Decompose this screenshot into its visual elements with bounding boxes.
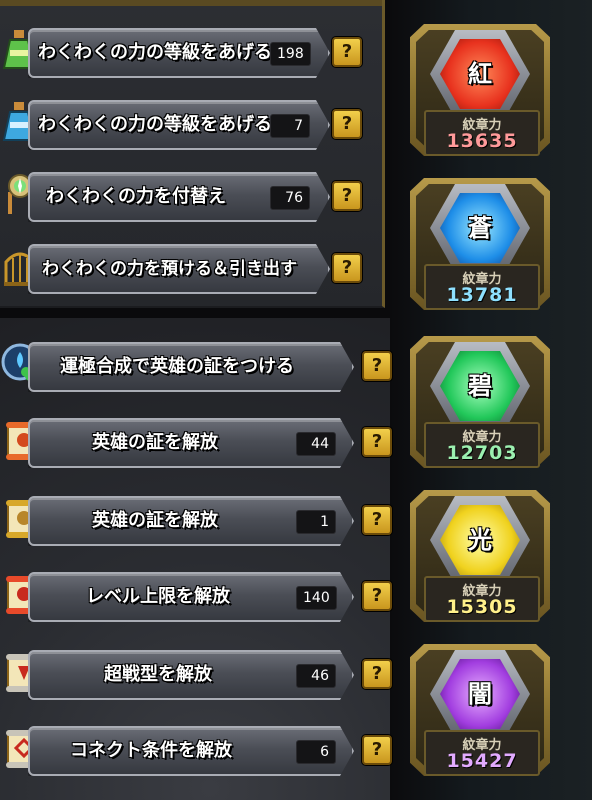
- crest-power-plate: 紋章力 12703: [424, 422, 540, 468]
- help-button[interactable]: ?: [332, 109, 362, 139]
- row-label: 英雄の証を解放: [92, 432, 218, 453]
- row-label: 超戦型を解放: [104, 664, 212, 685]
- row-label: わくわくの力を預ける＆引き出す: [42, 259, 297, 279]
- help-button[interactable]: ?: [362, 505, 392, 535]
- count-badge: 44: [296, 432, 336, 456]
- crest-badge-crimson[interactable]: 紅 紋章力 13635: [410, 24, 550, 156]
- menu-row: わくわくの力を預ける＆引き出す ?: [0, 242, 382, 292]
- help-button[interactable]: ?: [362, 659, 392, 689]
- row-label: 運極合成で英雄の証をつける: [60, 356, 294, 377]
- menu-row: 運極合成で英雄の証をつける ?: [0, 340, 424, 390]
- upgrade-power-button-1[interactable]: わくわくの力の等級をあげる 198: [28, 28, 330, 78]
- crest-power-value: 12703: [446, 442, 518, 464]
- row-label: レベル上限を解放: [86, 586, 230, 607]
- upgrade-power-button-2[interactable]: わくわくの力の等級をあげる 7: [28, 100, 330, 150]
- crest-power-plate: 紋章力 15427: [424, 730, 540, 776]
- crest-power-value: 13781: [446, 284, 518, 306]
- help-button[interactable]: ?: [332, 37, 362, 67]
- crest-power-value: 15305: [446, 596, 518, 618]
- count-badge: 7: [270, 114, 310, 138]
- count-badge: 198: [270, 42, 311, 66]
- help-button[interactable]: ?: [332, 253, 362, 283]
- help-button[interactable]: ?: [332, 181, 362, 211]
- unlock-hero-proof-button-1[interactable]: 英雄の証を解放 44: [28, 418, 354, 468]
- help-button[interactable]: ?: [362, 735, 392, 765]
- crest-badge-azure[interactable]: 蒼 紋章力 13781: [410, 178, 550, 310]
- crest-power-value: 15427: [446, 750, 518, 772]
- crest-glyph: 紅: [468, 60, 492, 88]
- help-button[interactable]: ?: [362, 351, 392, 381]
- crest-glyph: 光: [468, 526, 492, 554]
- crest-power-value: 13635: [446, 130, 518, 152]
- unlock-hero-proof-button-2[interactable]: 英雄の証を解放 1: [28, 496, 354, 546]
- crest-glyph: 蒼: [468, 214, 492, 242]
- menu-row: 超戦型を解放 46 ?: [0, 648, 424, 698]
- help-button[interactable]: ?: [362, 427, 392, 457]
- unlock-super-battle-type-button[interactable]: 超戦型を解放 46: [28, 650, 354, 700]
- count-badge: 140: [296, 586, 337, 610]
- row-label: 英雄の証を解放: [92, 510, 218, 531]
- crest-power-plate: 紋章力 15305: [424, 576, 540, 622]
- crest-power-plate: 紋章力 13635: [424, 110, 540, 156]
- unlock-level-cap-button[interactable]: レベル上限を解放 140: [28, 572, 354, 622]
- crest-badge-light[interactable]: 光 紋章力 15305: [410, 490, 550, 622]
- crest-glyph: 碧: [468, 372, 492, 400]
- crest-badge-jade[interactable]: 碧 紋章力 12703: [410, 336, 550, 468]
- row-label: わくわくの力を付替え: [46, 186, 226, 207]
- menu-row: コネクト条件を解放 6 ?: [0, 724, 424, 774]
- unlock-connect-condition-button[interactable]: コネクト条件を解放 6: [28, 726, 354, 776]
- attach-hero-proof-button[interactable]: 運極合成で英雄の証をつける: [28, 342, 354, 392]
- count-badge: 6: [296, 740, 336, 764]
- swap-power-button[interactable]: わくわくの力を付替え 76: [28, 172, 330, 222]
- menu-row: レベル上限を解放 140 ?: [0, 570, 424, 620]
- menu-row: 英雄の証を解放 1 ?: [0, 494, 424, 544]
- crest-glyph: 闇: [468, 680, 492, 708]
- crest-badge-dark[interactable]: 闇 紋章力 15427: [410, 644, 550, 776]
- menu-row: わくわくの力の等級をあげる 198 ?: [0, 26, 382, 76]
- row-label: わくわくの力の等級をあげる: [38, 42, 272, 63]
- deposit-withdraw-button[interactable]: わくわくの力を預ける＆引き出す: [28, 244, 330, 294]
- count-badge: 1: [296, 510, 336, 534]
- menu-row: わくわくの力の等級をあげる 7 ?: [0, 98, 382, 148]
- menu-row: 英雄の証を解放 44 ?: [0, 416, 424, 466]
- crest-power-plate: 紋章力 13781: [424, 264, 540, 310]
- count-badge: 76: [270, 186, 310, 210]
- count-badge: 46: [296, 664, 336, 688]
- help-button[interactable]: ?: [362, 581, 392, 611]
- menu-row: わくわくの力を付替え 76 ?: [0, 170, 382, 220]
- row-label: わくわくの力の等級をあげる: [38, 114, 272, 135]
- row-label: コネクト条件を解放: [70, 740, 232, 761]
